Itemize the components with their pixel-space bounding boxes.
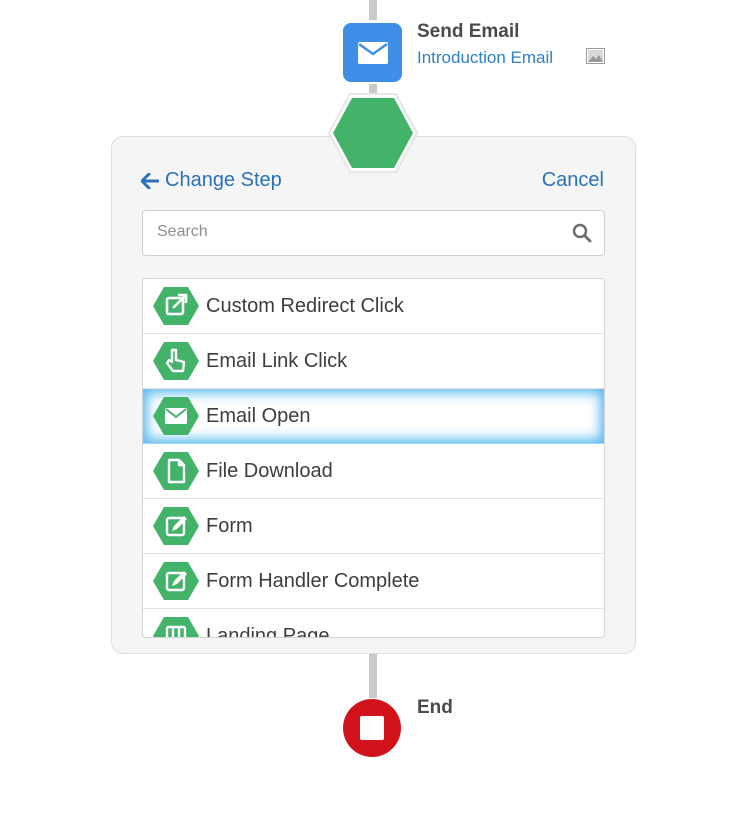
envelope-icon (357, 41, 388, 64)
list-item-label: Form Handler Complete (206, 569, 420, 592)
list-item-landing-page[interactable]: Landing Page (143, 609, 604, 638)
list-item-label: Custom Redirect Click (206, 294, 404, 317)
connector-top (369, 0, 377, 20)
file-icon (153, 452, 199, 490)
image-icon[interactable] (586, 48, 605, 64)
pointer-hand-icon (153, 342, 199, 380)
list-item-label: Landing Page (206, 624, 330, 638)
change-step-link[interactable]: Change Step (141, 169, 282, 192)
list-item-label: Form (206, 514, 253, 537)
envelope-icon (153, 397, 199, 435)
list-item-label: Email Link Click (206, 349, 348, 372)
edit-form-icon (153, 562, 199, 600)
change-step-label: Change Step (165, 169, 282, 191)
end-title: End (417, 697, 453, 718)
list-item-form-handler-complete[interactable]: Form Handler Complete (143, 554, 604, 609)
search-input[interactable] (143, 211, 557, 253)
cancel-link[interactable]: Cancel (542, 169, 604, 192)
list-item-email-link-click[interactable]: Email Link Click (143, 334, 604, 389)
arrow-left-icon (141, 172, 159, 189)
edit-form-icon (153, 507, 199, 545)
new-step-hexagon[interactable] (327, 92, 419, 174)
list-item-file-download[interactable]: File Download (143, 444, 604, 499)
stop-icon (360, 716, 384, 740)
external-link-icon (153, 287, 199, 325)
list-item-custom-redirect-click[interactable]: Custom Redirect Click (143, 279, 604, 334)
list-item-form[interactable]: Form (143, 499, 604, 554)
list-item-label: Email Open (206, 404, 311, 427)
search-icon[interactable] (572, 223, 592, 243)
step-type-list: Custom Redirect Click Email Link Click E… (142, 278, 605, 638)
end-node[interactable] (343, 699, 401, 757)
landing-page-icon (153, 617, 199, 637)
list-item-label: File Download (206, 459, 333, 482)
send-email-node[interactable] (343, 23, 402, 82)
send-email-title: Send Email (417, 21, 520, 42)
connector-bottom (369, 654, 377, 698)
list-item-email-open[interactable]: Email Open (143, 389, 604, 444)
search-box (142, 210, 605, 256)
introduction-email-link[interactable]: Introduction Email (417, 48, 553, 68)
